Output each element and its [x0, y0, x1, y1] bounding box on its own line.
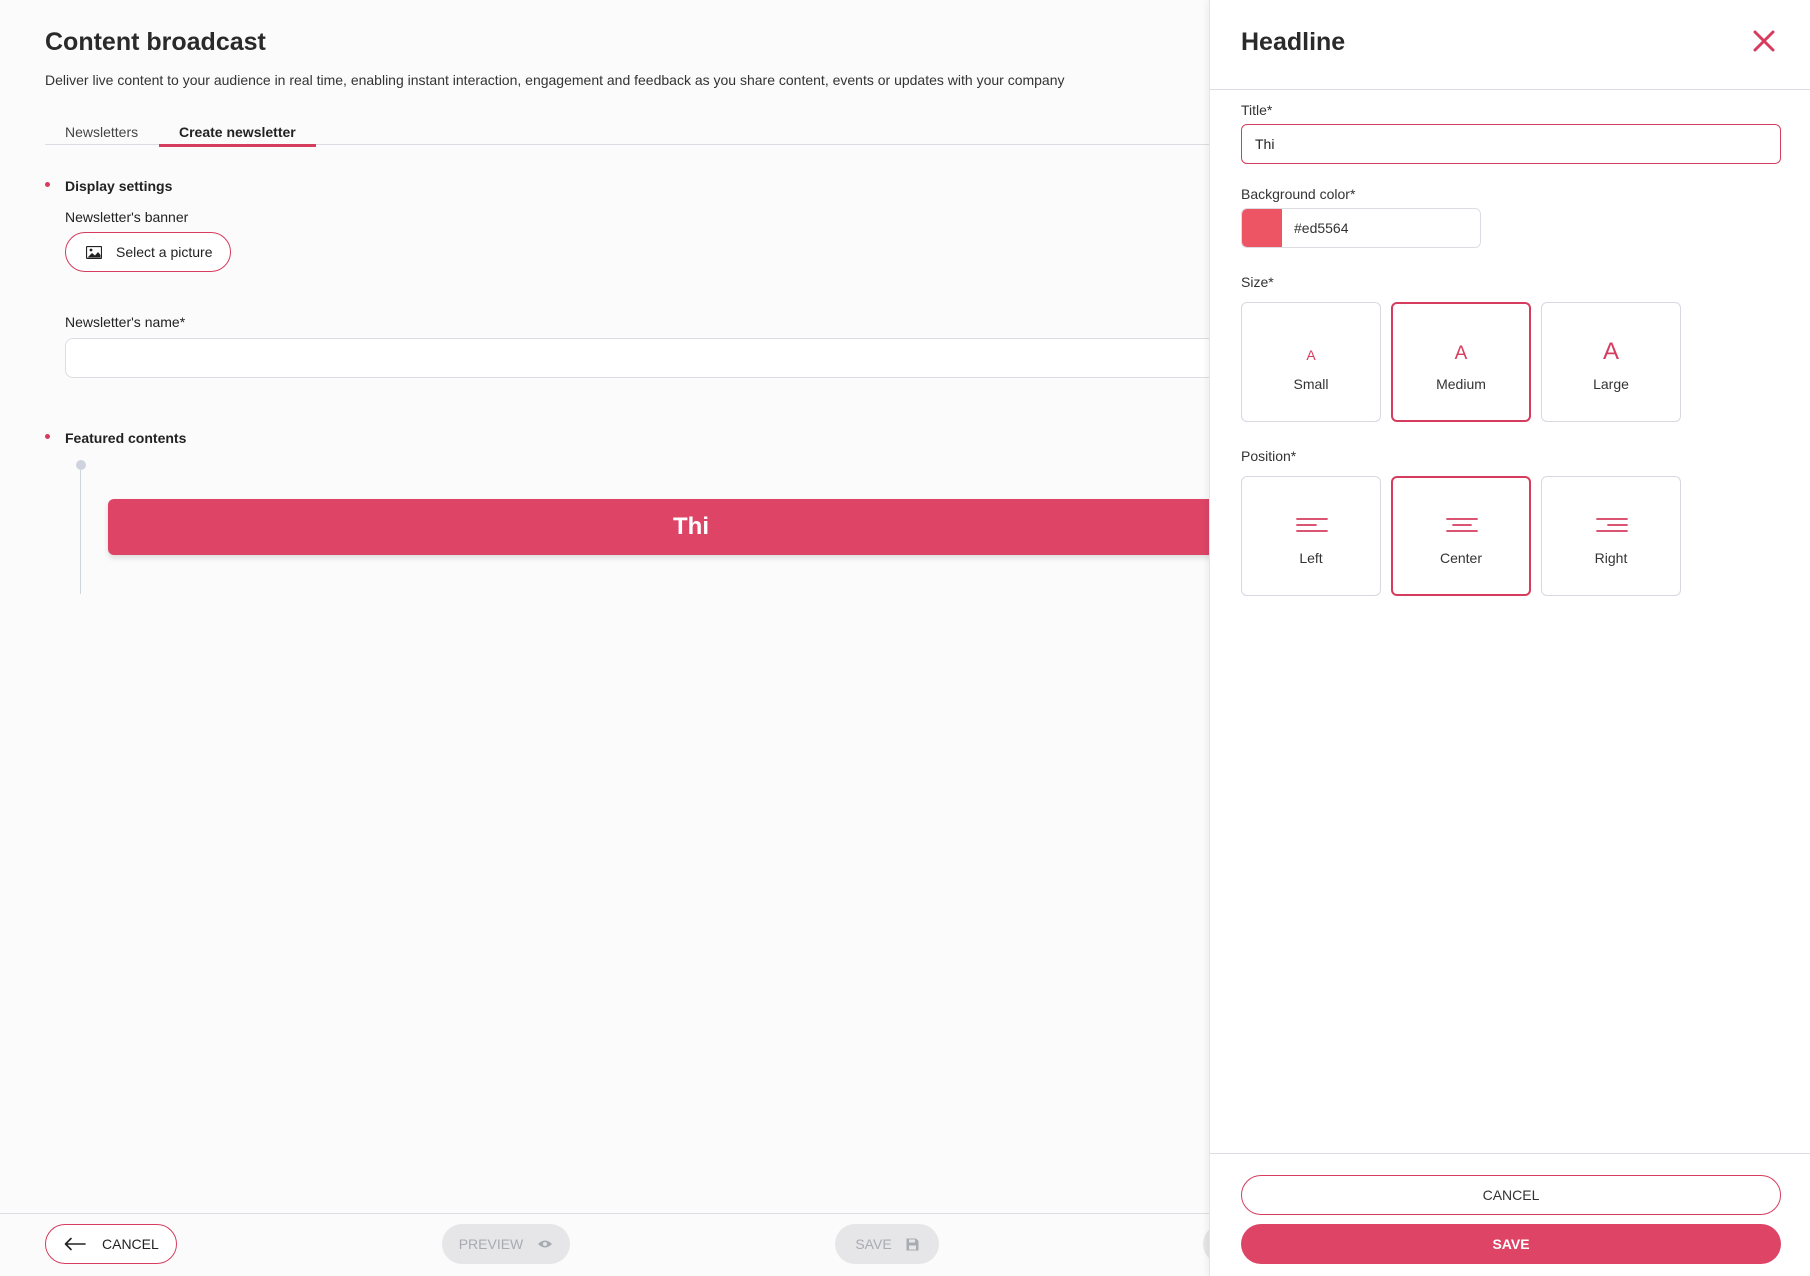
panel-footer-divider [1210, 1153, 1810, 1154]
size-small-glyph: A [1306, 347, 1316, 363]
newsletter-name-input[interactable] [65, 338, 1215, 378]
headline-panel: Headline Title* Background color* #ed556… [1209, 0, 1810, 1276]
close-icon[interactable] [1751, 28, 1777, 54]
image-icon [86, 245, 102, 259]
position-left-label: Left [1299, 550, 1323, 566]
size-medium-glyph: A [1454, 343, 1468, 364]
tab-create-newsletter[interactable]: Create newsletter [159, 122, 316, 147]
size-option-medium[interactable]: A Medium [1391, 302, 1531, 422]
select-picture-label: Select a picture [116, 244, 213, 260]
display-settings-title: Display settings [65, 178, 173, 194]
position-option-center[interactable]: Center [1391, 476, 1531, 596]
size-large-glyph: A [1602, 338, 1619, 365]
arrow-left-icon [64, 1237, 86, 1251]
size-option-large[interactable]: A Large [1541, 302, 1681, 422]
preview-label: PREVIEW [458, 1236, 524, 1252]
featured-contents-title: Featured contents [65, 430, 187, 446]
position-option-left[interactable]: Left [1241, 476, 1381, 596]
tab-bar: Newsletters Create newsletter [45, 120, 1245, 147]
page-title: Content broadcast [45, 28, 266, 56]
color-value: #ed5564 [1294, 220, 1349, 236]
size-large-label: Large [1593, 376, 1629, 392]
page-description: Deliver live content to your audience in… [45, 72, 1065, 88]
cancel-button[interactable]: CANCEL [45, 1224, 177, 1264]
save-button[interactable]: SAVE [835, 1224, 939, 1264]
title-input[interactable] [1241, 124, 1781, 164]
headline-preview-block[interactable]: Thi [108, 499, 1228, 555]
title-label: Title* [1241, 102, 1273, 118]
align-left-icon [1296, 518, 1328, 532]
size-medium-label: Medium [1436, 376, 1486, 392]
banner-label: Newsletter's banner [65, 209, 189, 225]
preview-button[interactable]: PREVIEW [442, 1224, 570, 1264]
timeline-line [80, 470, 81, 594]
panel-save-button[interactable]: SAVE [1241, 1224, 1781, 1264]
section-bullet [45, 182, 50, 187]
save-label: SAVE [855, 1236, 892, 1252]
background-color-label: Background color* [1241, 186, 1356, 202]
select-picture-button[interactable]: Select a picture [65, 232, 231, 272]
size-label: Size* [1241, 274, 1274, 290]
cancel-label: CANCEL [102, 1236, 159, 1252]
floppy-disk-icon [906, 1238, 919, 1250]
background-color-field[interactable]: #ed5564 [1241, 208, 1481, 248]
size-option-small[interactable]: A Small [1241, 302, 1381, 422]
position-option-right[interactable]: Right [1541, 476, 1681, 596]
tab-newsletters[interactable]: Newsletters [45, 122, 158, 146]
position-center-label: Center [1439, 550, 1483, 566]
headline-preview-text: Thi [673, 513, 709, 540]
newsletter-name-label: Newsletter's name* [65, 314, 186, 330]
color-swatch[interactable] [1242, 209, 1282, 247]
section-bullet [45, 434, 50, 439]
panel-divider [1210, 89, 1810, 90]
timeline-dot [76, 460, 86, 470]
align-center-icon [1446, 518, 1478, 532]
align-right-icon [1596, 518, 1628, 532]
size-small-label: Small [1293, 376, 1329, 392]
panel-title: Headline [1241, 28, 1346, 56]
panel-cancel-button[interactable]: CANCEL [1241, 1175, 1781, 1215]
position-label: Position* [1241, 448, 1297, 464]
eye-icon [538, 1240, 553, 1248]
position-right-label: Right [1594, 550, 1628, 566]
